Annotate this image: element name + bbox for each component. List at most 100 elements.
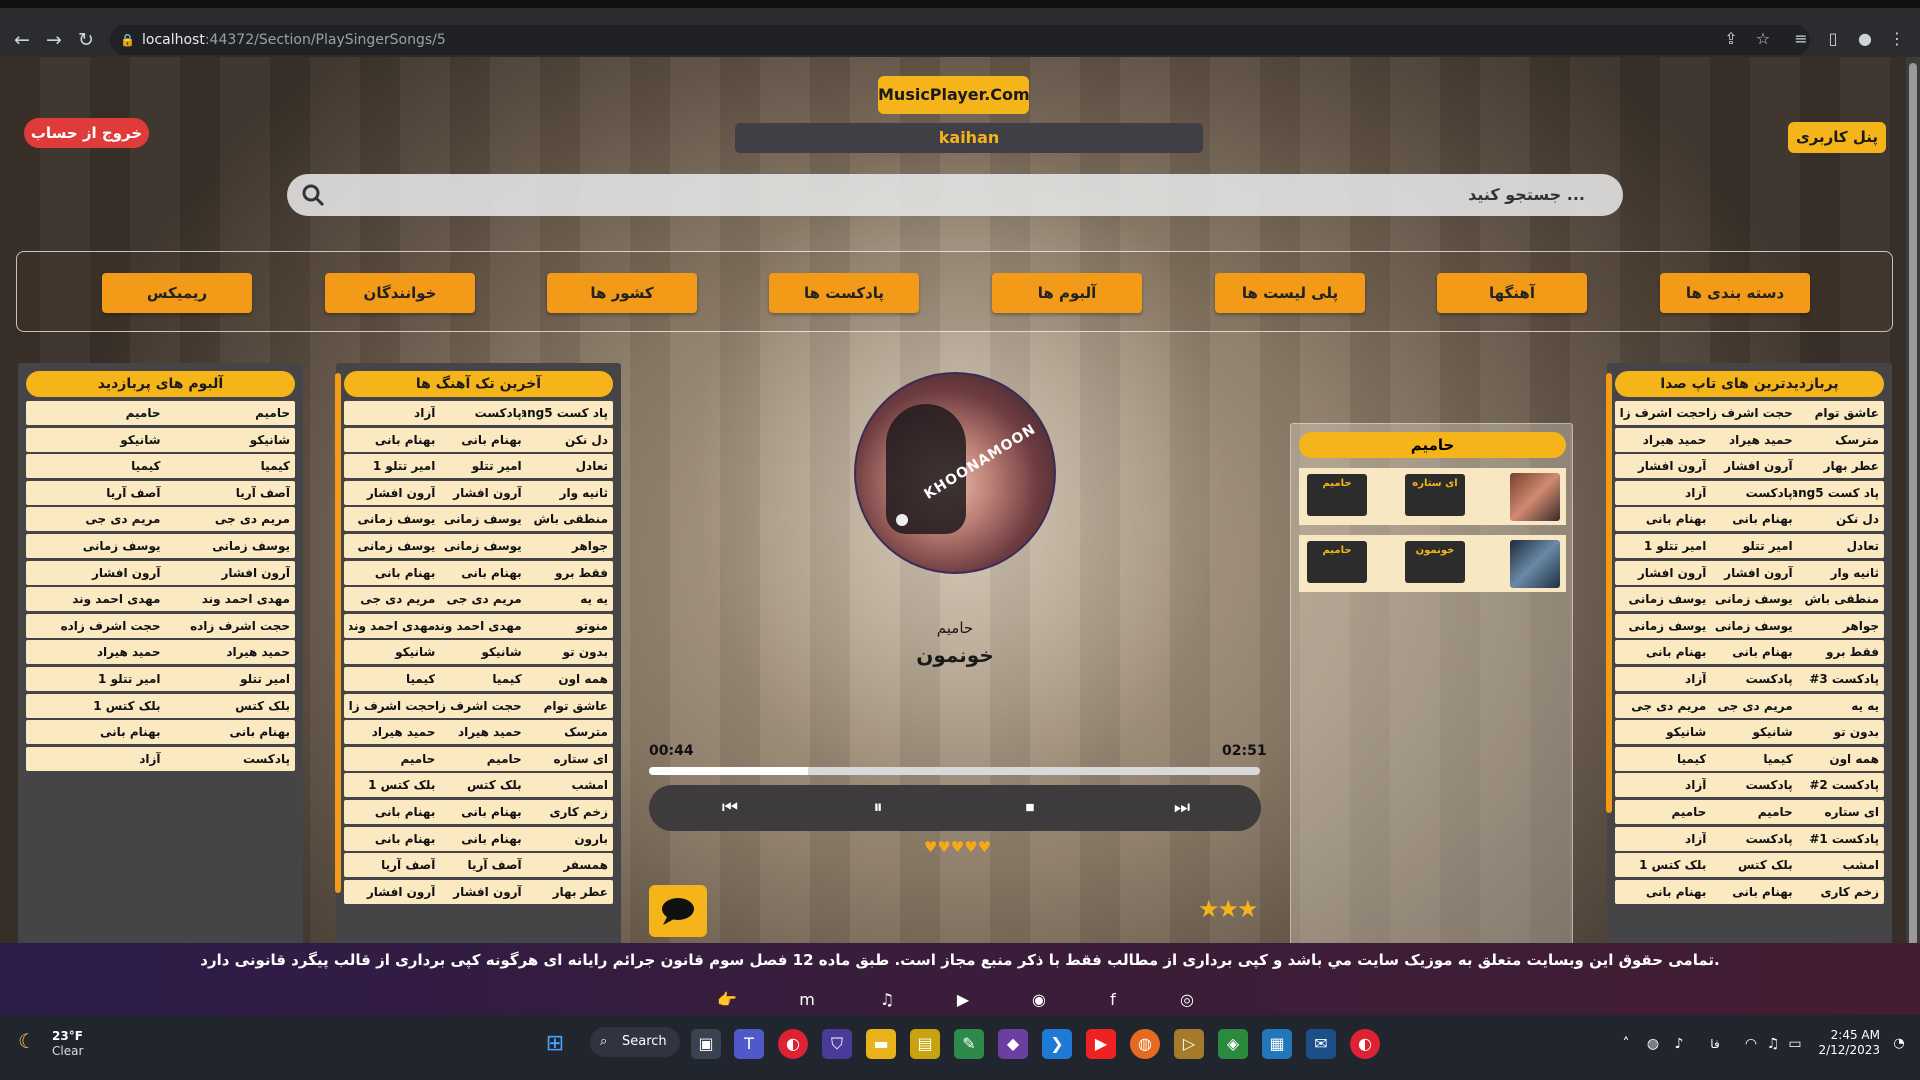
youtube-icon[interactable]: ▶ xyxy=(952,989,974,1011)
media-player-icon[interactable]: ▷ xyxy=(1174,1029,1204,1059)
search-input[interactable]: جستجو کنید ... xyxy=(287,174,1623,216)
list-row[interactable]: آرون افشار آرون افشار xyxy=(26,560,295,585)
app-icon[interactable]: ✎ xyxy=(954,1029,984,1059)
list-row[interactable]: مترسک حمید هیراد حمید هیراد xyxy=(344,720,613,745)
list-row[interactable]: آصف آریا آصف آریا xyxy=(26,480,295,505)
hand-icon[interactable]: 👉 xyxy=(716,989,738,1011)
bookmark-star-icon[interactable]: ☆ xyxy=(1752,28,1774,50)
list-row[interactable]: بلک کتس بلک کتس 1 xyxy=(26,693,295,718)
nav-podcasts[interactable]: پادکست ها xyxy=(769,273,919,313)
facebook-icon[interactable]: f xyxy=(1102,989,1124,1011)
reload-icon[interactable]: ↻ xyxy=(74,28,98,52)
like-hearts[interactable]: ♥♥♥♥♥ xyxy=(910,838,1005,856)
m-icon[interactable]: m xyxy=(796,989,818,1011)
list-row[interactable]: عطر بهار آرون افشار آرون افشار xyxy=(344,879,613,904)
search-icon[interactable] xyxy=(301,183,325,207)
microphone-icon[interactable]: ♪ xyxy=(1664,1029,1694,1059)
nav-categories[interactable]: دسته بندی ها xyxy=(1660,273,1810,313)
list-row[interactable]: مریم دی جی مریم دی جی xyxy=(26,507,295,532)
comment-button[interactable] xyxy=(649,885,707,937)
site-logo[interactable]: MusicPlayer.Com xyxy=(878,76,1030,114)
list-row[interactable]: ثانیه وار آرون افشار آرون افشار xyxy=(344,480,613,505)
playlist-item-song[interactable]: خونمون xyxy=(1405,541,1465,583)
list-row[interactable]: فقط برو بهنام بانی بهنام بانی xyxy=(344,560,613,585)
git-icon[interactable]: ◈ xyxy=(1218,1029,1248,1059)
notes-icon[interactable]: ▤ xyxy=(910,1029,940,1059)
spotify-icon[interactable]: ◉ xyxy=(1028,989,1050,1011)
list-row[interactable]: جواهر یوسف زمانی یوسف زمانی xyxy=(344,533,613,558)
list-row[interactable]: کیمیا کیمیا xyxy=(26,454,295,479)
list-row[interactable]: زخم کاری بهنام بانی بهنام بانی xyxy=(1615,879,1884,904)
list-row[interactable]: پادکست 3# پادکست آزاد xyxy=(1615,666,1884,691)
list-row[interactable]: پاد کست Rang5پادکست آزاد xyxy=(1615,480,1884,505)
user-panel-button[interactable]: پنل کاربری xyxy=(1788,122,1886,153)
forward-icon[interactable]: → xyxy=(42,28,66,52)
taskbar-search[interactable]: ⌕ Search xyxy=(590,1027,680,1057)
list-row[interactable]: حامیم حامیم xyxy=(26,401,295,425)
list-row[interactable]: فقط برو بهنام بانی بهنام بانی xyxy=(1615,640,1884,665)
firefox-icon[interactable]: ◍ xyxy=(1130,1029,1160,1059)
list-row[interactable]: همسفر آصف آریا آصف آریا xyxy=(344,853,613,878)
list-row[interactable]: جواهر یوسف زمانی یوسف زمانی xyxy=(1615,613,1884,638)
profile-icon[interactable]: ● xyxy=(1854,28,1876,50)
list-row[interactable]: بارون بهنام بانی بهنام بانی xyxy=(344,826,613,851)
list-row[interactable]: پاد کست Rang5پادکست آزاد xyxy=(344,401,613,425)
list-scrollbar[interactable] xyxy=(1606,373,1612,813)
menu-icon[interactable]: ⋮ xyxy=(1886,28,1908,50)
list-row[interactable]: تعادل امیر تتلو امیر تتلو 1 xyxy=(1615,533,1884,558)
list-row[interactable]: دل نکن بهنام بانی بهنام بانی xyxy=(344,427,613,452)
star-rating[interactable]: ★★★ xyxy=(1198,895,1259,923)
shield-icon[interactable]: ⛉ xyxy=(822,1029,852,1059)
clock-date[interactable]: 2/12/2023 xyxy=(1808,1043,1880,1057)
outlook-icon[interactable]: ✉ xyxy=(1306,1029,1336,1059)
pause-icon[interactable]: ⏸ xyxy=(867,797,889,819)
nav-singers[interactable]: خوانندگان xyxy=(325,273,475,313)
list-row[interactable]: حمید هیراد حمید هیراد xyxy=(26,640,295,665)
notification-icon[interactable]: ◔ xyxy=(1884,1029,1914,1059)
list-row[interactable]: امشب بلک کتس بلک کتس 1 xyxy=(1615,853,1884,878)
list-row[interactable]: بدون تو شانیکو شانیکو xyxy=(1615,720,1884,745)
playlist-item-artist[interactable]: حامیم xyxy=(1307,541,1367,583)
nav-albums[interactable]: آلبوم ها xyxy=(992,273,1142,313)
sidepanel-icon[interactable]: ▯ xyxy=(1822,28,1844,50)
playlist-item[interactable]: حامیم ای ستاره xyxy=(1299,468,1566,525)
nav-songs[interactable]: آهنگها xyxy=(1437,273,1587,313)
list-row[interactable]: پادکست آزاد xyxy=(26,746,295,771)
address-bar[interactable]: 🔒 localhost:44372/Section/PlaySingerSong… xyxy=(110,25,1810,55)
share-icon[interactable]: ⇪ xyxy=(1720,28,1742,50)
sql-icon[interactable]: ▦ xyxy=(1262,1029,1292,1059)
list-row[interactable]: مهدی احمد وند مهدی احمد وند xyxy=(26,587,295,612)
weather-temp[interactable]: 23°F xyxy=(52,1029,83,1043)
tray-chevron-icon[interactable]: ˄ xyxy=(1611,1029,1641,1059)
next-icon[interactable]: ⏭ xyxy=(1171,797,1193,819)
list-row[interactable]: تعادل امیر تتلو امیر تتلو 1 xyxy=(344,454,613,479)
list-row[interactable]: یوسف زمانی یوسف زمانی xyxy=(26,533,295,558)
list-row[interactable]: ای ستاره حامیم حامیم xyxy=(344,746,613,771)
list-row[interactable]: امشب بلک کتس بلک کتس 1 xyxy=(344,773,613,798)
task-view-icon[interactable]: ▣ xyxy=(691,1029,721,1059)
list-row[interactable]: پادکست 1# پادکست آزاد xyxy=(1615,826,1884,851)
list-row[interactable]: پادکست 2# پادکست آزاد xyxy=(1615,773,1884,798)
list-row[interactable]: منطقی باش یوسف زمانی یوسف زمانی xyxy=(344,507,613,532)
previous-icon[interactable]: ⏮ xyxy=(719,797,741,819)
list-row[interactable]: همه اون کیمیا کیمیا xyxy=(344,666,613,691)
list-row[interactable]: مترسک حمید هیراد حمید هیراد xyxy=(1615,427,1884,452)
nav-remix[interactable]: ریمیکس xyxy=(102,273,252,313)
stop-icon[interactable]: ⏹ xyxy=(1019,797,1041,819)
nav-playlists[interactable]: پلی لیست ها xyxy=(1215,273,1365,313)
seek-bar[interactable] xyxy=(649,767,1260,775)
list-row[interactable]: زخم کاری بهنام بانی بهنام بانی xyxy=(344,799,613,824)
visual-studio-icon[interactable]: ◆ xyxy=(998,1029,1028,1059)
instagram-icon[interactable]: ◎ xyxy=(1176,989,1198,1011)
media-icon[interactable]: ≡ xyxy=(1790,28,1812,50)
vscode-icon[interactable]: ❯ xyxy=(1042,1029,1072,1059)
teams-icon[interactable]: T xyxy=(734,1029,764,1059)
clock-time[interactable]: 2:45 AM xyxy=(1820,1028,1880,1042)
list-row[interactable]: شانیکو شانیکو xyxy=(26,427,295,452)
nav-countries[interactable]: کشور ها xyxy=(547,273,697,313)
music-note-icon[interactable]: ♫ xyxy=(876,989,898,1011)
language-indicator[interactable]: فا xyxy=(1700,1029,1730,1059)
list-row[interactable]: همه اون کیمیا کیمیا xyxy=(1615,746,1884,771)
back-icon[interactable]: ← xyxy=(10,28,34,52)
list-row[interactable]: عاشق توام حجت اشرف زادهحجت اشرف زاده xyxy=(1615,401,1884,425)
